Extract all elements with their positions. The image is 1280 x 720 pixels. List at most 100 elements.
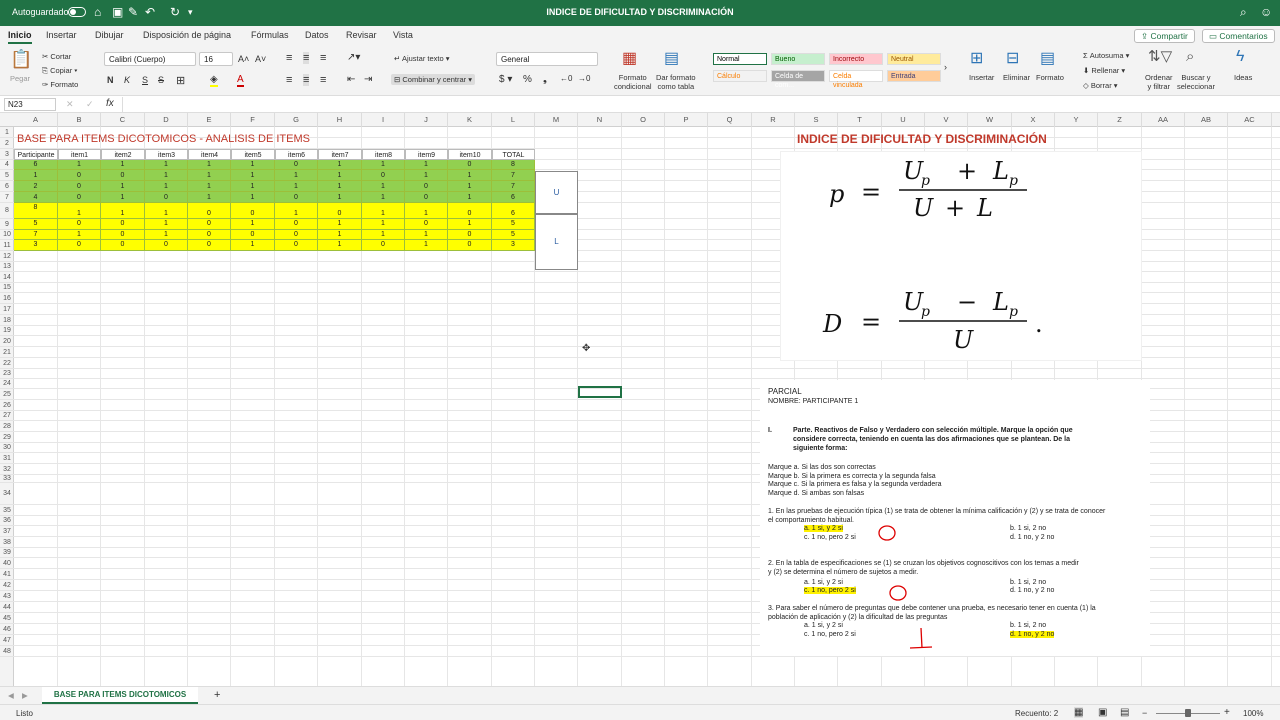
table-cell[interactable]: 4 (14, 192, 58, 203)
name-box[interactable]: N23 (4, 98, 56, 111)
autosum-button[interactable]: Σ Autosuma ▾ (1083, 51, 1129, 60)
cell-style-3[interactable]: Neutral (887, 53, 941, 65)
table-cell[interactable]: 0 (405, 181, 448, 192)
row-header-14[interactable]: 14 (0, 272, 14, 283)
row-header-44[interactable]: 44 (0, 602, 14, 613)
row-header-31[interactable]: 31 (0, 453, 14, 464)
tab-inicio[interactable]: Inicio (8, 30, 32, 44)
row-header-29[interactable]: 29 (0, 432, 14, 443)
strikethrough-icon[interactable]: S (158, 75, 164, 85)
table-cell[interactable]: 0 (362, 170, 405, 181)
table-cell[interactable]: 0 (188, 240, 231, 251)
row-header-32[interactable]: 32 (0, 464, 14, 475)
table-header-cell[interactable]: item6 (275, 149, 318, 160)
table-cell[interactable]: 5 (492, 219, 535, 230)
table-cell[interactable]: 7 (14, 230, 58, 240)
percent-icon[interactable]: % (523, 74, 532, 85)
column-header-t[interactable]: T (838, 113, 882, 127)
row-header-15[interactable]: 15 (0, 283, 14, 293)
cell-style-0[interactable]: Normal (713, 53, 767, 65)
table-cell[interactable]: 1 (145, 181, 188, 192)
zoom-slider-handle[interactable] (1185, 709, 1191, 717)
font-name-select[interactable]: Calibri (Cuerpo) (104, 52, 196, 66)
indent-increase-icon[interactable]: ⇥ (364, 74, 372, 85)
table-cell[interactable]: 6 (492, 192, 535, 203)
column-header-l[interactable]: L (492, 113, 535, 127)
conditional-format-icon[interactable]: ▦ (622, 51, 637, 67)
table-cell[interactable]: 1 (101, 192, 145, 203)
table-cell[interactable]: 1 (448, 192, 492, 203)
formula-picture-title[interactable]: INDICE DE DIFICULTAD Y DISCRIMINACIÓN (797, 132, 1047, 146)
table-header-cell[interactable]: item9 (405, 149, 448, 160)
clear-button[interactable]: ◇ Borrar ▾ (1083, 81, 1118, 90)
cancel-icon[interactable]: ✕ (66, 99, 74, 110)
prev-sheet-icon[interactable]: ◀ (8, 691, 14, 700)
table-cell[interactable]: 1 (231, 192, 275, 203)
borders-icon[interactable]: ⊞ (176, 74, 185, 87)
row-header-17[interactable]: 17 (0, 304, 14, 315)
table-cell[interactable]: 0 (188, 203, 231, 219)
next-sheet-icon[interactable]: ▶ (22, 691, 28, 700)
row-header-2[interactable]: 2 (0, 138, 14, 149)
table-cell[interactable]: 1 (231, 181, 275, 192)
table-cell[interactable]: 0 (101, 230, 145, 240)
cut-button[interactable]: ✂ Cortar (42, 52, 71, 61)
column-header-d[interactable]: D (145, 113, 188, 127)
table-cell[interactable]: 1 (318, 240, 362, 251)
table-cell[interactable]: 5 (14, 219, 58, 230)
row-header-27[interactable]: 27 (0, 411, 14, 421)
column-header-r[interactable]: R (752, 113, 795, 127)
indent-decrease-icon[interactable]: ⇤ (347, 74, 355, 85)
row-header-45[interactable]: 45 (0, 613, 14, 624)
row-header-23[interactable]: 23 (0, 369, 14, 379)
table-cell[interactable]: 1 (101, 203, 145, 219)
merge-center-button[interactable]: ⊟ Combinar y centrar ▾ (391, 74, 476, 85)
zoom-out-icon[interactable]: − (1142, 708, 1147, 718)
table-cell[interactable]: 0 (101, 219, 145, 230)
insert-cells-label[interactable]: Insertar (969, 73, 994, 82)
table-cell[interactable]: 6 (14, 160, 58, 170)
row-header-20[interactable]: 20 (0, 336, 14, 347)
table-cell[interactable]: 1 (101, 160, 145, 170)
conditional-format-button[interactable]: Formato condicional (614, 73, 652, 91)
column-header-v[interactable]: V (925, 113, 968, 127)
font-size-select[interactable]: 16 (199, 52, 233, 66)
table-cell[interactable]: 1 (318, 219, 362, 230)
table-cell[interactable]: 0 (231, 203, 275, 219)
row-header-42[interactable]: 42 (0, 580, 14, 591)
table-header-cell[interactable]: item8 (362, 149, 405, 160)
column-header-m[interactable]: M (535, 113, 578, 127)
row-header-9[interactable]: 9 (0, 219, 14, 230)
insert-cells-icon[interactable]: ⊞ (970, 51, 983, 67)
tab-insertar[interactable]: Insertar (46, 30, 77, 40)
function-icon[interactable]: fx (106, 98, 114, 109)
table-cell[interactable]: 1 (405, 170, 448, 181)
column-header-q[interactable]: Q (708, 113, 752, 127)
table-cell[interactable]: 6 (492, 203, 535, 219)
table-cell[interactable]: 1 (145, 160, 188, 170)
table-cell[interactable]: 1 (58, 160, 101, 170)
tab-datos[interactable]: Datos (305, 30, 329, 40)
column-header-h[interactable]: H (318, 113, 362, 127)
column-header-n[interactable]: N (578, 113, 622, 127)
underline-icon[interactable]: S (142, 75, 148, 85)
row-header-8[interactable]: 8 (0, 203, 14, 219)
column-header-s[interactable]: S (795, 113, 838, 127)
table-cell[interactable]: 1 (448, 219, 492, 230)
row-header-40[interactable]: 40 (0, 558, 14, 569)
row-header-11[interactable]: 11 (0, 240, 14, 251)
page-break-icon[interactable]: ▤ (1120, 707, 1129, 718)
tab-vista[interactable]: Vista (393, 30, 413, 40)
table-header-cell[interactable]: item4 (188, 149, 231, 160)
table-cell[interactable]: 1 (231, 240, 275, 251)
row-header-13[interactable]: 13 (0, 262, 14, 272)
format-as-table-icon[interactable]: ▤ (664, 51, 679, 67)
table-cell[interactable]: 1 (145, 230, 188, 240)
table-header-cell[interactable]: item3 (145, 149, 188, 160)
row-header-43[interactable]: 43 (0, 591, 14, 602)
table-cell[interactable]: 2 (14, 181, 58, 192)
row-header-12[interactable]: 12 (0, 251, 14, 262)
row-header-30[interactable]: 30 (0, 443, 14, 453)
table-cell[interactable]: 1 (188, 170, 231, 181)
table-cell[interactable]: 1 (318, 170, 362, 181)
